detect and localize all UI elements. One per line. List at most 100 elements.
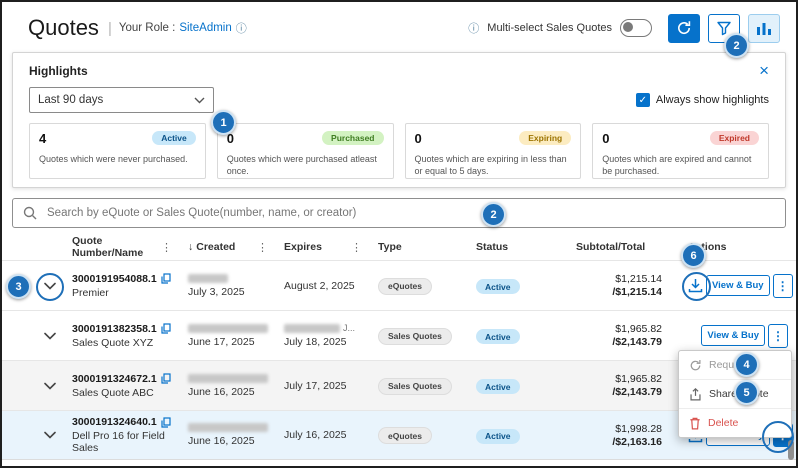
annotation-2-search: 2	[481, 202, 506, 227]
sort-desc-icon[interactable]: ↓	[188, 241, 193, 253]
refresh-icon	[676, 20, 692, 36]
role-label: Your Role :	[119, 22, 175, 34]
redacted-creator	[188, 274, 228, 283]
period-dropdown[interactable]: Last 90 days	[29, 87, 214, 113]
expires-date: July 18, 2025	[284, 336, 378, 348]
redacted-text	[284, 324, 340, 333]
period-dropdown-value: Last 90 days	[38, 94, 103, 106]
redacted-creator	[188, 423, 268, 432]
chart-view-button[interactable]	[748, 14, 780, 43]
multiselect-info-icon[interactable]: ⓘ	[468, 20, 479, 36]
table-row: 3000191324672.1 Sales Quote ABC June 16,…	[2, 360, 796, 410]
copy-icon[interactable]	[161, 273, 171, 284]
table-row: 3000191324640.1 Dell Pro 16 for Field Sa…	[2, 410, 796, 460]
redacted-creator	[188, 324, 268, 333]
annotation-1: 1	[211, 110, 236, 135]
search-icon	[23, 206, 37, 220]
always-show-checkbox-row[interactable]: ✓ Always show highlights	[636, 93, 769, 107]
created-date: June 17, 2025	[188, 336, 284, 348]
expand-chevron-icon[interactable]	[41, 428, 59, 442]
status-badge: Expiring	[519, 131, 571, 145]
column-quote-number[interactable]: Quote Number/Name ⋮	[72, 235, 188, 259]
quote-number: 3000191382358.1	[72, 323, 157, 335]
close-icon[interactable]: ×	[759, 62, 769, 79]
stat-card-purchased[interactable]: 0 Purchased Quotes which were purchased …	[217, 123, 394, 179]
stat-count: 0	[415, 131, 422, 146]
subtotal-value: $1,965.82	[576, 373, 662, 385]
expand-chevron-icon[interactable]	[41, 329, 59, 343]
status-badge: Active	[476, 379, 520, 394]
page-header: Quotes | Your Role : SiteAdmin ⓘ ⓘ Multi…	[2, 2, 796, 50]
column-expires[interactable]: Expires ⋮	[284, 241, 378, 254]
quote-name: Premier	[72, 287, 188, 299]
expires-date: July 16, 2025	[284, 429, 378, 441]
search-bar	[12, 198, 786, 228]
checkbox-checked-icon[interactable]: ✓	[636, 93, 650, 107]
annotation-ring-download	[682, 272, 711, 301]
quotes-page: Quotes | Your Role : SiteAdmin ⓘ ⓘ Multi…	[0, 0, 798, 468]
total-value: /$2,143.79	[576, 386, 662, 398]
annotation-4: 4	[734, 352, 759, 377]
share-icon	[689, 388, 702, 401]
type-badge: Sales Quotes	[378, 378, 452, 395]
row-kebab-button[interactable]: ⋮	[768, 324, 788, 348]
created-date: July 3, 2025	[188, 286, 284, 298]
highlights-panel: Highlights × Last 90 days ✓ Always show …	[12, 52, 786, 188]
page-title: Quotes	[28, 15, 99, 41]
column-menu-icon[interactable]: ⋮	[161, 241, 188, 254]
always-show-label: Always show highlights	[656, 94, 769, 106]
trash-icon	[689, 417, 701, 430]
column-subtotal[interactable]: Subtotal/Total	[576, 241, 688, 253]
column-type[interactable]: Type	[378, 241, 476, 253]
subtotal-value: $1,215.14	[576, 273, 662, 285]
quote-name: Dell Pro 16 for Field Sales	[72, 430, 188, 454]
refresh-button[interactable]	[668, 14, 700, 43]
type-badge: eQuotes	[378, 278, 432, 295]
stat-count: 0	[602, 131, 609, 146]
requote-icon	[689, 359, 702, 372]
created-date: June 16, 2025	[188, 435, 284, 447]
stat-card-active[interactable]: 4 Active Quotes which were never purchas…	[29, 123, 206, 179]
stat-card-expired[interactable]: 0 Expired Quotes which are expired and c…	[592, 123, 769, 179]
subtotal-value: $1,998.28	[576, 423, 662, 435]
expires-date: August 2, 2025	[284, 280, 378, 292]
stat-card-expiring[interactable]: 0 Expiring Quotes which are expiring in …	[405, 123, 582, 179]
column-menu-icon[interactable]: ⋮	[351, 241, 378, 254]
type-badge: Sales Quotes	[378, 328, 452, 345]
row-kebab-button[interactable]: ⋮	[773, 274, 793, 298]
total-value: /$2,163.16	[576, 436, 662, 448]
copy-icon[interactable]	[161, 323, 171, 334]
status-badge: Active	[476, 329, 520, 344]
status-badge: Active	[476, 279, 520, 294]
title-divider: |	[108, 20, 112, 37]
multiselect-label: Multi-select Sales Quotes	[487, 22, 612, 34]
quote-name: Sales Quote XYZ	[72, 337, 188, 349]
role-value-link[interactable]: SiteAdmin	[179, 22, 231, 34]
quote-name: Sales Quote ABC	[72, 387, 188, 399]
annotation-6: 6	[681, 243, 706, 268]
copy-icon[interactable]	[161, 373, 171, 384]
view-buy-button[interactable]: View & Buy	[701, 325, 765, 346]
redacted-creator	[188, 374, 268, 383]
toggle-knob	[623, 22, 633, 32]
column-menu-icon[interactable]: ⋮	[257, 241, 284, 254]
expand-chevron-icon[interactable]	[41, 379, 59, 393]
stat-desc: Quotes which were purchased atleast once…	[227, 153, 384, 177]
quote-number: 3000191324640.1	[72, 416, 157, 428]
copy-icon[interactable]	[161, 417, 171, 428]
annotation-ring-kebab	[762, 421, 794, 453]
multiselect-toggle[interactable]	[620, 19, 652, 37]
stat-desc: Quotes which were never purchased.	[39, 153, 196, 165]
search-input[interactable]	[45, 206, 775, 220]
truncated-text: J...	[343, 323, 355, 333]
column-status[interactable]: Status	[476, 241, 576, 253]
table-row: 3000191954088.1 Premier July 3, 2025 Aug…	[2, 260, 796, 310]
expires-date: July 17, 2025	[284, 380, 378, 392]
quote-number: 3000191954088.1	[72, 273, 157, 285]
column-created[interactable]: ↓ Created ⋮	[188, 241, 284, 254]
table-row: 3000191382358.1 Sales Quote XYZ June 17,…	[2, 310, 796, 360]
subtotal-value: $1,965.82	[576, 323, 662, 335]
view-buy-button[interactable]: View & Buy	[706, 275, 770, 296]
role-info-icon[interactable]: ⓘ	[236, 20, 247, 36]
table-header: Quote Number/Name ⋮ ↓ Created ⋮ Expires …	[2, 234, 796, 260]
